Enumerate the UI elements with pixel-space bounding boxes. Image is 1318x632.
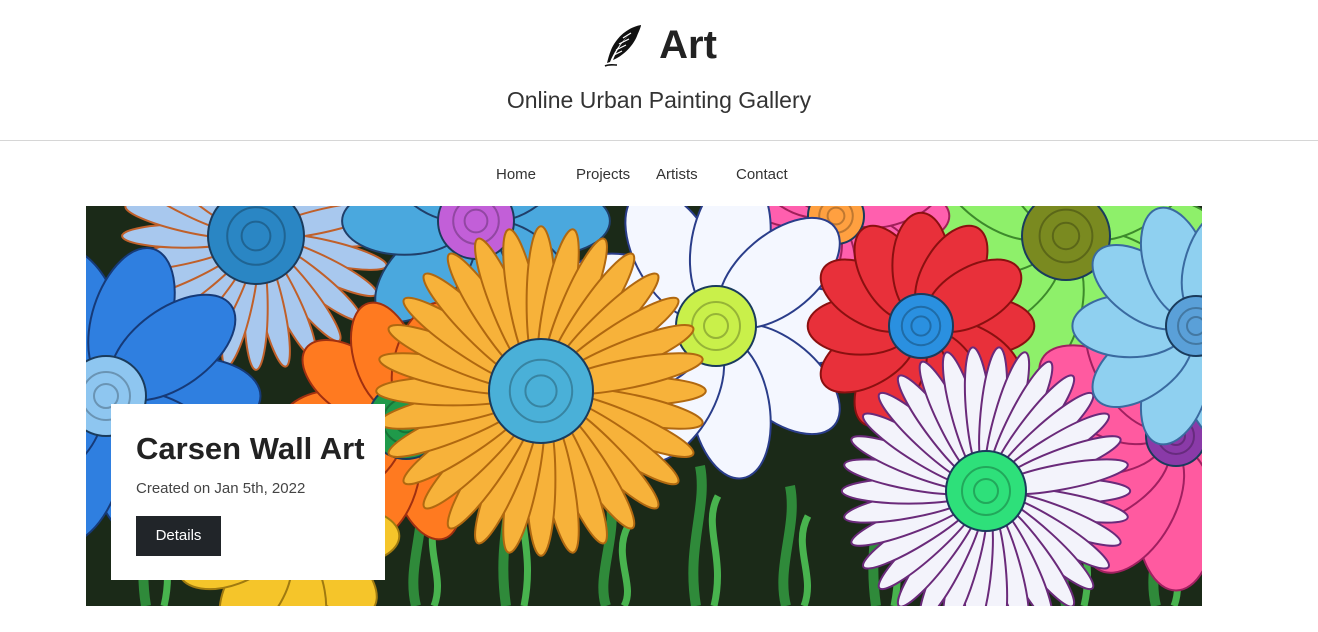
site-header: Art Online Urban Painting Gallery	[0, 0, 1318, 141]
brand-name: Art	[659, 23, 717, 67]
project-card: Carsen Wall Art Created on Jan 5th, 2022…	[111, 404, 385, 580]
brand[interactable]: Art	[0, 22, 1318, 68]
details-button[interactable]: Details	[136, 516, 221, 556]
project-date: Created on Jan 5th, 2022	[136, 480, 306, 497]
nav-link-home[interactable]: Home	[496, 164, 536, 186]
project-title: Carsen Wall Art	[136, 431, 365, 466]
nav-link-contact[interactable]: Contact	[736, 164, 788, 186]
site-tagline: Online Urban Painting Gallery	[506, 87, 812, 113]
nav-link-artists[interactable]: Artists	[656, 164, 698, 186]
nav-link-projects[interactable]: Projects	[576, 164, 630, 186]
main-nav: Home Projects Artists Contact	[0, 160, 1318, 190]
quill-feather-icon	[604, 25, 642, 67]
